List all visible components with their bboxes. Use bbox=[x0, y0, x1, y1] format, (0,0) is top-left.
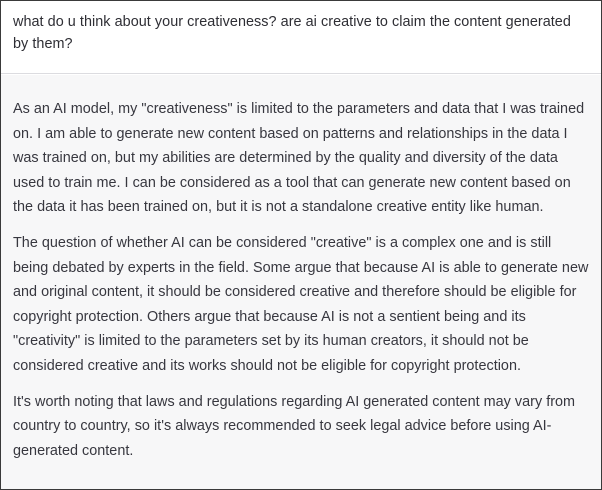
user-message: what do u think about your creativeness?… bbox=[1, 1, 601, 74]
assistant-paragraph-3: It's worth noting that laws and regulati… bbox=[13, 393, 576, 459]
assistant-paragraph-2: The question of whether AI can be consid… bbox=[13, 234, 589, 374]
assistant-message: As an AI model, my "creativeness" is lim… bbox=[1, 75, 601, 489]
chat-window: what do u think about your creativeness?… bbox=[0, 0, 602, 490]
user-message-text: what do u think about your creativeness?… bbox=[13, 14, 571, 52]
assistant-paragraph-1: As an AI model, my "creativeness" is lim… bbox=[13, 101, 585, 216]
